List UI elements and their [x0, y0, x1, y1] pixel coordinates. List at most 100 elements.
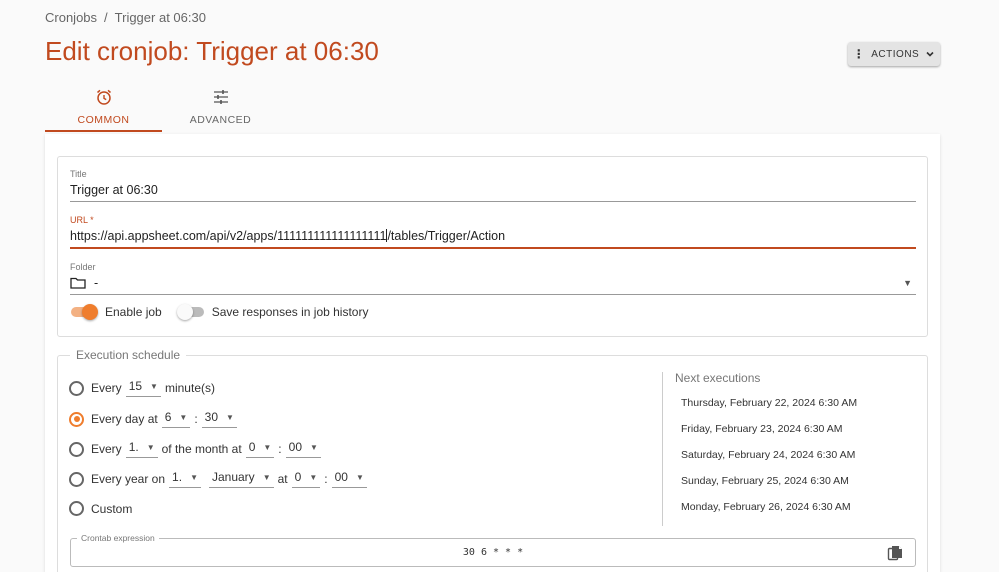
every-month-prefix: Every	[91, 442, 122, 456]
crontab-expression-field[interactable]: Crontab expression 30 6 * * *	[70, 533, 916, 567]
crontab-expression-value: 30 6 * * *	[462, 547, 524, 558]
url-input[interactable]: https://api.appsheet.com/api/v2/apps/111…	[70, 229, 916, 249]
minutes-interval-select[interactable]: 15 ▼	[125, 379, 161, 397]
every-day-prefix: Every day at	[91, 412, 158, 426]
year-hour-value: 0	[294, 470, 302, 484]
month-day-select[interactable]: 1. ▼	[125, 440, 158, 458]
folder-field[interactable]: Folder - ▼	[70, 262, 916, 295]
next-execution-item: Saturday, February 24, 2024 6:30 AM	[681, 449, 856, 461]
enable-job-toggle[interactable]	[70, 304, 98, 320]
time-colon: :	[324, 472, 328, 486]
toggle-row: Enable job Save responses in job history	[70, 304, 383, 320]
minutes-interval-value: 15	[128, 379, 143, 393]
schedule-option-every-month: Every 1. ▼ of the month at 0 ▼ : 00 ▼	[69, 440, 325, 458]
year-minute-select[interactable]: 00 ▼	[331, 470, 367, 488]
url-field[interactable]: URL * https://api.appsheet.com/api/v2/ap…	[70, 215, 916, 249]
folder-value: -	[94, 276, 99, 290]
dropdown-arrow-icon: ▼	[310, 442, 318, 452]
every-minutes-suffix: minute(s)	[164, 381, 215, 395]
every-month-middle: of the month at	[161, 442, 242, 456]
year-day-value: 1.	[172, 470, 183, 484]
next-execution-item: Thursday, February 22, 2024 6:30 AM	[681, 397, 858, 409]
year-minute-value: 00	[334, 470, 348, 484]
radio-custom[interactable]	[69, 501, 84, 516]
more-vert-icon: ⋮	[852, 47, 866, 61]
month-minute-value: 00	[288, 440, 302, 454]
save-responses-toggle[interactable]	[176, 304, 205, 320]
schedule-option-every-year: Every year on 1. ▼ January ▼ at 0 ▼ : 00 ▼	[69, 470, 371, 488]
execution-schedule-box: Execution schedule Every 15 ▼ minute(s) E…	[57, 348, 928, 572]
breadcrumb: Cronjobs / Trigger at 06:30	[45, 10, 206, 25]
vertical-divider	[662, 372, 663, 526]
enable-job-label: Enable job	[105, 305, 162, 319]
breadcrumb-root-link[interactable]: Cronjobs	[45, 10, 97, 25]
radio-every-day[interactable]	[69, 411, 84, 427]
title-field[interactable]: Title Trigger at 06:30	[70, 169, 916, 202]
general-fields-box: Title Trigger at 06:30 URL * https://api…	[57, 156, 928, 337]
every-year-at: at	[277, 472, 288, 486]
title-input[interactable]: Trigger at 06:30	[70, 183, 916, 202]
dropdown-arrow-icon: ▼	[179, 412, 188, 422]
every-year-prefix: Every year on	[91, 472, 166, 486]
folder-select[interactable]: - ▼	[70, 276, 916, 295]
time-colon: :	[194, 412, 198, 426]
folder-label: Folder	[70, 262, 96, 272]
tab-bar: COMMON ADVANCED	[45, 84, 279, 132]
month-hour-select[interactable]: 0 ▼	[245, 440, 275, 458]
title-label: Title	[70, 169, 87, 179]
actions-button[interactable]: ⋮ ACTIONS	[848, 42, 940, 66]
month-hour-value: 0	[248, 440, 256, 454]
breadcrumb-current: Trigger at 06:30	[114, 10, 206, 25]
month-day-value: 1.	[128, 440, 139, 454]
next-executions-title: Next executions	[675, 371, 761, 385]
chevron-down-icon	[926, 51, 934, 57]
schedule-option-every-minutes: Every 15 ▼ minute(s)	[69, 379, 215, 397]
schedule-option-custom: Custom	[69, 501, 132, 516]
url-label: URL *	[70, 215, 94, 225]
day-minute-value: 30	[204, 410, 219, 424]
dropdown-arrow-icon: ▼	[226, 412, 234, 422]
radio-every-minutes[interactable]	[69, 380, 84, 396]
year-hour-select[interactable]: 0 ▼	[291, 470, 321, 488]
year-day-select[interactable]: 1. ▼	[169, 470, 201, 488]
dropdown-arrow-icon: ▼	[146, 442, 155, 452]
copy-icon[interactable]	[887, 545, 903, 561]
next-execution-item: Friday, February 23, 2024 6:30 AM	[681, 423, 843, 435]
alarm-clock-icon	[96, 89, 111, 105]
radio-every-year[interactable]	[69, 471, 84, 487]
tab-advanced[interactable]: ADVANCED	[162, 84, 279, 132]
time-colon: :	[278, 442, 282, 456]
custom-label: Custom	[91, 501, 133, 516]
year-month-value: January	[211, 470, 255, 484]
dropdown-arrow-icon: ▼	[903, 278, 912, 288]
dropdown-arrow-icon: ▼	[150, 381, 158, 391]
dropdown-arrow-icon: ▼	[355, 472, 364, 482]
day-minute-select[interactable]: 30 ▼	[201, 410, 237, 428]
breadcrumb-separator: /	[104, 10, 108, 25]
sliders-icon	[213, 90, 228, 104]
tab-common[interactable]: COMMON	[45, 84, 162, 132]
folder-icon	[70, 277, 86, 289]
month-minute-select[interactable]: 00 ▼	[285, 440, 321, 458]
day-hour-value: 6	[164, 410, 172, 424]
url-text-end: /tables/Trigger/Action	[387, 229, 506, 243]
crontab-expression-label: Crontab expression	[77, 533, 159, 543]
schedule-option-every-day: Every day at 6 ▼ : 30 ▼	[69, 410, 241, 428]
radio-every-month[interactable]	[69, 441, 84, 457]
save-responses-label: Save responses in job history	[211, 305, 369, 319]
tab-common-label: COMMON	[77, 114, 130, 126]
dropdown-arrow-icon: ▼	[262, 472, 271, 482]
year-month-select[interactable]: January ▼	[208, 470, 274, 488]
execution-schedule-legend: Execution schedule	[70, 348, 187, 362]
page-title: Edit cronjob: Trigger at 06:30	[45, 36, 379, 66]
dropdown-arrow-icon: ▼	[190, 472, 198, 482]
every-minutes-prefix: Every	[91, 381, 122, 395]
url-text-start: https://api.appsheet.com/api/v2/apps/111…	[70, 229, 387, 243]
day-hour-select[interactable]: 6 ▼	[161, 410, 191, 428]
dropdown-arrow-icon: ▼	[263, 442, 272, 452]
dropdown-arrow-icon: ▼	[309, 472, 318, 482]
tab-advanced-label: ADVANCED	[189, 114, 252, 126]
actions-label: ACTIONS	[871, 48, 920, 60]
settings-card: Title Trigger at 06:30 URL * https://api…	[45, 134, 940, 572]
next-execution-item: Monday, February 26, 2024 6:30 AM	[681, 501, 851, 513]
